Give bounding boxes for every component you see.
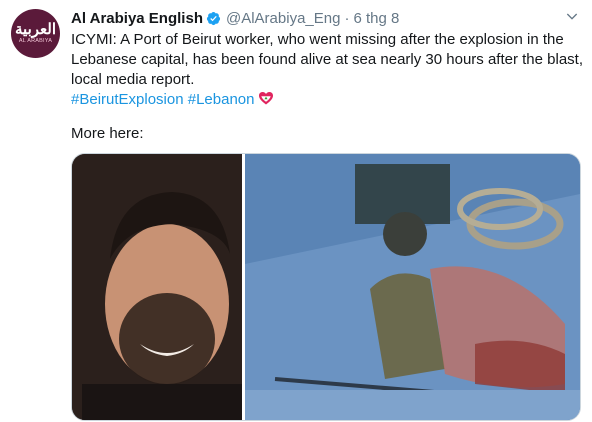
avatar[interactable]: العربية AL ARABIYA: [11, 9, 60, 58]
portrait-photo[interactable]: [72, 154, 242, 420]
tweet-card[interactable]: العربية AL ARABIYA Al Arabiya English @A…: [0, 0, 592, 422]
display-name[interactable]: Al Arabiya English: [71, 10, 203, 27]
verified-badge-icon: [206, 11, 221, 25]
tweet-text: ICYMI: A Port of Beirut worker, who went…: [71, 30, 583, 110]
boat-rescue-photo[interactable]: [245, 154, 580, 420]
tweet-body: ICYMI: A Port of Beirut worker, who went…: [71, 31, 584, 88]
chevron-down-icon[interactable]: [564, 8, 580, 24]
media-grid[interactable]: [71, 153, 581, 421]
hashtag-beirutexplosion[interactable]: #BeirutExplosion: [71, 91, 184, 108]
user-handle[interactable]: @AlArabiya_Eng: [226, 10, 340, 27]
heart-lebanon-flag-icon: [258, 92, 273, 105]
tweet-header: Al Arabiya English @AlArabiya_Eng · 6 th…: [71, 8, 399, 28]
avatar-logo-english: AL ARABIYA: [18, 38, 53, 44]
avatar-logo-arabic: العربية: [15, 20, 56, 38]
tweet-timestamp[interactable]: 6 thg 8: [353, 10, 399, 27]
more-here-text: More here:: [71, 125, 144, 142]
header-separator: ·: [344, 9, 350, 27]
hashtag-lebanon[interactable]: #Lebanon: [188, 91, 255, 108]
